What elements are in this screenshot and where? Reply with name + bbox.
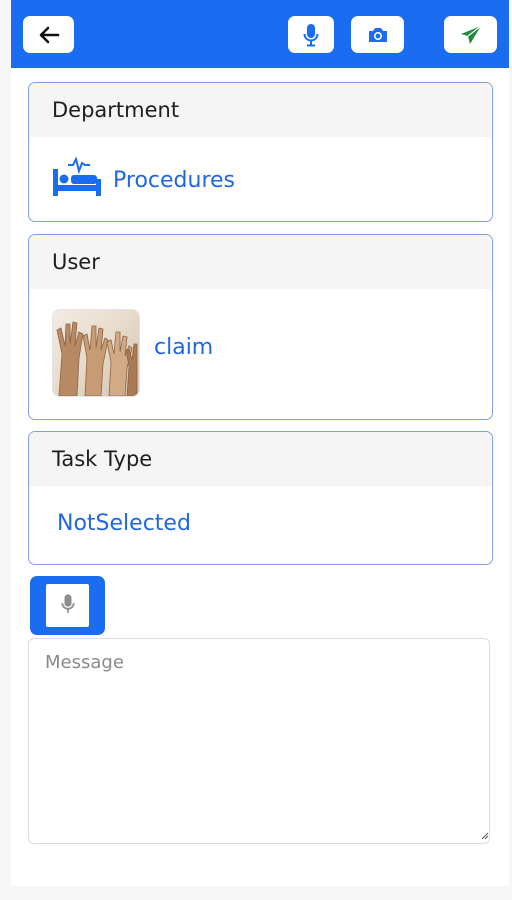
arrow-left-icon [38,25,60,45]
task-type-value[interactable]: NotSelected [57,511,191,536]
task-type-card: Task Type NotSelected [28,431,493,565]
microphone-icon [60,593,75,619]
task-type-heading: Task Type [29,432,492,486]
back-button[interactable] [23,16,74,53]
voice-input-inner [46,584,89,627]
microphone-icon [303,23,319,47]
paper-plane-icon [460,25,482,45]
camera-icon [367,26,389,44]
department-heading: Department [29,83,492,137]
app-screen: Department Procedures User claim Task Ty… [11,0,509,886]
department-card: Department Procedures [28,82,493,222]
department-value[interactable]: Procedures [113,168,235,193]
user-card: User claim [28,234,493,420]
hospital-bed-icon [52,156,102,201]
message-input[interactable] [28,638,490,844]
voice-record-button[interactable] [288,16,334,53]
camera-button[interactable] [351,16,404,53]
send-button[interactable] [444,16,497,53]
user-value[interactable]: claim [154,335,213,360]
department-body[interactable]: Procedures [29,137,492,221]
task-type-body[interactable]: NotSelected [29,486,492,564]
resize-grip-icon[interactable] [481,832,489,840]
user-heading: User [29,235,492,289]
avatar [52,309,140,397]
voice-input-button[interactable] [30,576,105,635]
top-bar [11,0,509,68]
user-body[interactable]: claim [29,289,492,419]
